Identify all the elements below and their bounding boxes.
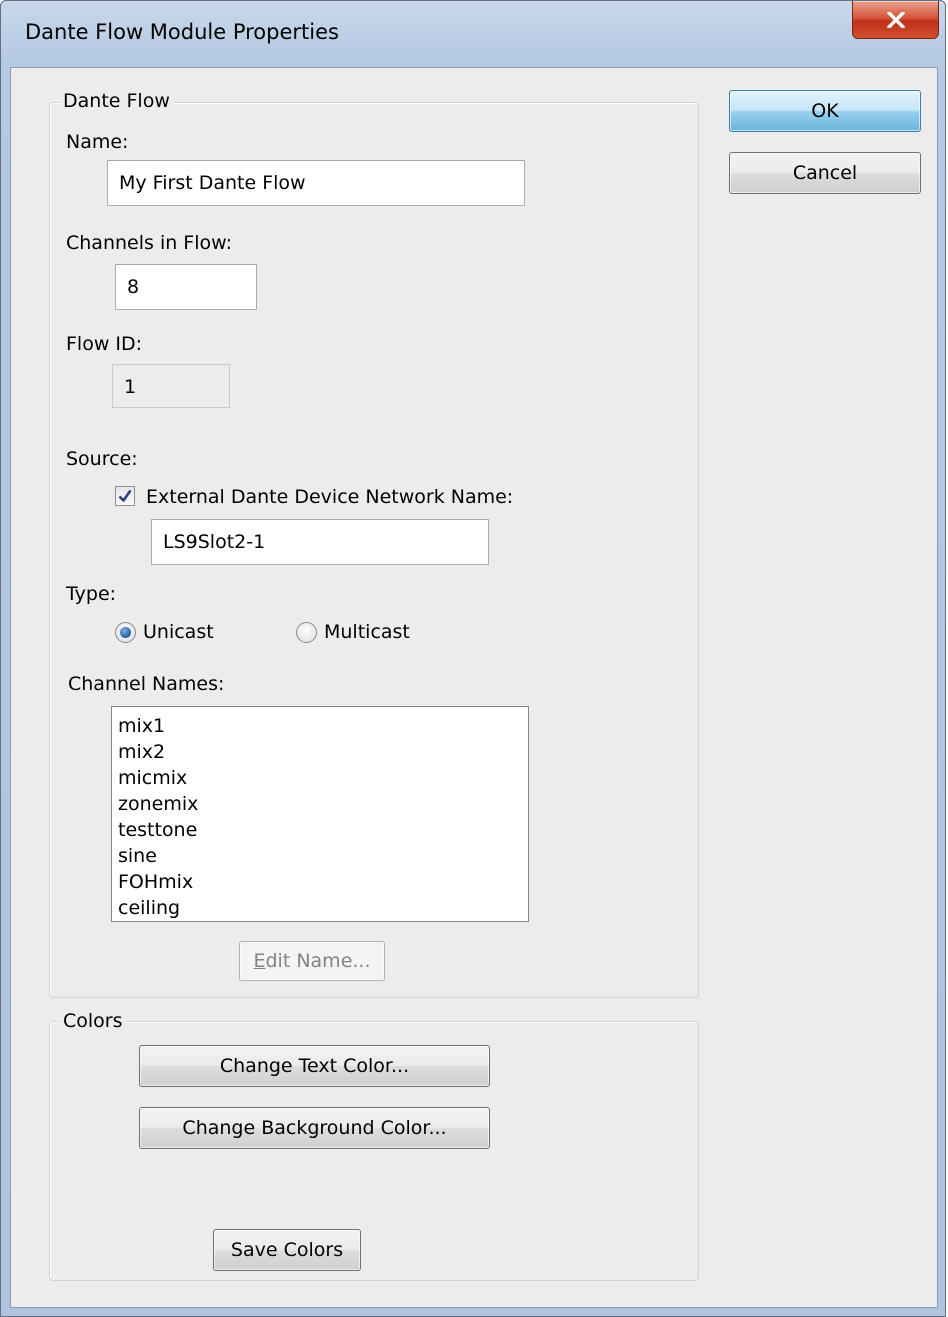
name-input[interactable]: My First Dante Flow — [107, 160, 525, 206]
external-device-checkbox-label[interactable]: External Dante Device Network Name: — [146, 486, 513, 508]
unicast-radio-label[interactable]: Unicast — [143, 621, 214, 643]
colors-group-title: Colors — [59, 1010, 127, 1032]
channels-in-flow-input[interactable]: 8 — [115, 264, 257, 310]
list-item[interactable]: micmix — [118, 765, 528, 791]
channel-names-list[interactable]: mix1 mix2 micmix zonemix testtone sine F… — [111, 706, 529, 922]
title-bar[interactable]: Dante Flow Module Properties — [1, 1, 945, 67]
type-label: Type: — [66, 583, 117, 605]
external-device-checkbox[interactable] — [115, 486, 135, 506]
unicast-radio[interactable] — [115, 622, 136, 643]
save-colors-button[interactable]: Save Colors — [213, 1229, 361, 1271]
channels-in-flow-label: Channels in Flow: — [66, 232, 233, 254]
radio-selected-dot — [120, 627, 131, 638]
network-name-input[interactable]: LS9Slot2-1 — [151, 519, 489, 565]
change-background-color-button[interactable]: Change Background Color... — [139, 1107, 490, 1149]
edit-name-button[interactable]: Edit Name... — [239, 941, 385, 981]
change-text-color-button[interactable]: Change Text Color... — [139, 1045, 490, 1087]
close-button[interactable] — [852, 1, 939, 39]
close-icon — [887, 12, 905, 28]
multicast-radio-label[interactable]: Multicast — [324, 621, 410, 643]
list-item[interactable]: ceiling — [118, 895, 528, 921]
dialog-window: Dante Flow Module Properties Dante Flow … — [0, 0, 946, 1317]
dialog-client-area: Dante Flow Name: My First Dante Flow Cha… — [10, 67, 938, 1308]
list-item[interactable]: zonemix — [118, 791, 528, 817]
list-item[interactable]: testtone — [118, 817, 528, 843]
list-item[interactable]: FOHmix — [118, 869, 528, 895]
dante-flow-group-title: Dante Flow — [59, 90, 174, 112]
multicast-radio[interactable] — [296, 622, 317, 643]
edit-name-label: dit Name... — [265, 950, 371, 972]
channel-names-label: Channel Names: — [68, 673, 225, 695]
list-item[interactable]: mix2 — [118, 739, 528, 765]
cancel-button[interactable]: Cancel — [729, 152, 921, 194]
window-title: Dante Flow Module Properties — [25, 20, 339, 44]
checkmark-icon — [118, 489, 132, 502]
ok-button[interactable]: OK — [729, 90, 921, 132]
list-item[interactable]: sine — [118, 843, 528, 869]
name-label: Name: — [66, 131, 129, 153]
flow-id-label: Flow ID: — [66, 333, 143, 355]
edit-name-mnemonic: E — [253, 950, 266, 972]
flow-id-field: 1 — [112, 364, 230, 408]
source-label: Source: — [66, 448, 138, 470]
list-item[interactable]: mix1 — [118, 713, 528, 739]
